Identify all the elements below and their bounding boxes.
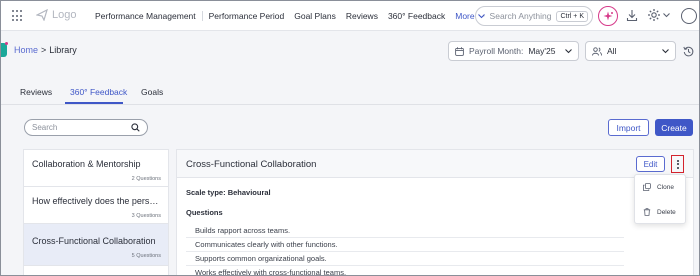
scale-type-label: Scale type:	[186, 188, 226, 197]
kebab-dot	[676, 159, 679, 162]
kebab-dot	[676, 163, 679, 165]
list-item-title: Collaboration & Mentorship	[32, 159, 141, 169]
chevron-down-icon	[663, 12, 670, 17]
logo-text: Logo	[52, 9, 77, 21]
brand-logo[interactable]: Logo	[36, 9, 76, 21]
global-search-input[interactable]: Search Anything Ctrl + K	[475, 6, 593, 26]
nav-item-performance-management[interactable]: Performance Management	[90, 11, 201, 21]
list-item-title: Cross-Functional Collaboration	[32, 236, 156, 246]
chevron-down-icon	[565, 48, 572, 53]
nav-divider	[201, 11, 203, 21]
notification-dot	[5, 42, 8, 45]
list-item[interactable]: Collaboration & Mentorship 2 Questions	[24, 150, 168, 187]
user-avatar[interactable]	[681, 8, 697, 24]
search-icon	[483, 15, 485, 17]
breadcrumb: Home > Library	[14, 45, 77, 55]
gear-icon	[648, 9, 660, 21]
nav-item-360-feedback[interactable]: 360° Feedback	[383, 11, 450, 21]
nav-item-performance-period[interactable]: Performance Period	[204, 11, 290, 21]
list-item-count: 3 Questions	[131, 213, 161, 219]
top-navigation-bar: Logo Performance Management Performance …	[1, 1, 699, 31]
detail-header: Cross-Functional Collaboration Edit	[177, 150, 693, 178]
nav-item-goal-plans[interactable]: Goal Plans	[289, 11, 341, 21]
tab-360-feedback[interactable]: 360° Feedback	[70, 87, 127, 97]
create-button[interactable]: Create	[655, 119, 693, 136]
active-tab-indicator	[65, 102, 123, 104]
app-window: Logo Performance Management Performance …	[0, 0, 700, 276]
question-row: Supports common organizational goals.	[186, 252, 624, 266]
breadcrumb-home-link[interactable]: Home	[14, 45, 38, 55]
menu-item-clone[interactable]: Clone	[643, 183, 674, 191]
menu-item-delete[interactable]: Delete	[643, 208, 676, 216]
question-row: Communicates clearly with other function…	[186, 238, 624, 252]
scale-type-value: Behavioural	[227, 188, 271, 197]
payroll-month-value: May'25	[528, 46, 556, 56]
settings-menu[interactable]	[647, 8, 670, 22]
search-shortcut-badge: Ctrl + K	[556, 10, 588, 22]
list-item-count: 2 Questions	[131, 176, 161, 182]
user-filter-value: All	[607, 46, 617, 56]
search-icon	[131, 123, 140, 132]
scale-type: Scale type: Behavioural	[186, 188, 271, 197]
list-item[interactable]: How effectively does the person... 3 Que…	[24, 187, 168, 224]
tab-goals[interactable]: Goals	[141, 87, 163, 97]
questions-heading: Questions	[186, 208, 223, 217]
question-row: Builds rapport across teams.	[186, 224, 624, 238]
kebab-dot	[676, 166, 679, 169]
chevron-down-icon	[662, 48, 669, 53]
breadcrumb-separator: >	[41, 45, 47, 55]
side-accent-tab[interactable]	[1, 43, 7, 57]
trash-icon	[643, 208, 651, 216]
app-launcher-icon[interactable]	[12, 10, 24, 22]
library-search-input[interactable]: Search	[24, 119, 148, 136]
history-icon[interactable]	[683, 46, 694, 57]
library-search-placeholder: Search	[32, 123, 58, 132]
menu-item-delete-label: Delete	[657, 208, 676, 216]
library-list: Collaboration & Mentorship 2 Questions H…	[23, 149, 169, 275]
import-button[interactable]: Import	[608, 119, 649, 136]
paper-plane-icon	[36, 9, 48, 21]
breadcrumb-current: Library	[49, 45, 77, 55]
more-options-button[interactable]	[671, 155, 684, 173]
ai-sparkle-button[interactable]	[598, 6, 618, 26]
sparkle-icon	[603, 11, 613, 20]
list-item-title: How effectively does the person...	[32, 196, 162, 206]
edit-button[interactable]: Edit	[636, 156, 665, 172]
detail-title: Cross-Functional Collaboration	[186, 159, 317, 170]
detail-panel: Cross-Functional Collaboration Edit Scal…	[176, 149, 694, 275]
list-item-count: 5 Questions	[131, 253, 161, 259]
nav-more-label: More	[455, 11, 475, 21]
row-options-menu: Clone Delete	[634, 174, 686, 224]
copy-icon	[643, 183, 651, 191]
calendar-icon	[455, 46, 464, 56]
tab-reviews[interactable]: Reviews	[20, 87, 52, 97]
global-search-placeholder: Search Anything	[489, 11, 552, 21]
payroll-month-select[interactable]: Payroll Month: May'25	[448, 41, 579, 61]
users-icon	[592, 46, 602, 56]
payroll-month-label: Payroll Month:	[469, 46, 524, 56]
main-nav: Performance Management Performance Perio…	[90, 11, 490, 21]
library-tabs: Reviews 360° Feedback Goals	[1, 81, 699, 105]
list-item-selected[interactable]: Cross-Functional Collaboration 5 Questio…	[24, 224, 168, 266]
user-filter-select[interactable]: All	[585, 41, 676, 61]
menu-item-clone-label: Clone	[657, 183, 674, 191]
download-icon[interactable]	[626, 9, 638, 22]
question-row: Works effectively with cross-functional …	[186, 266, 624, 275]
nav-item-reviews[interactable]: Reviews	[341, 11, 383, 21]
